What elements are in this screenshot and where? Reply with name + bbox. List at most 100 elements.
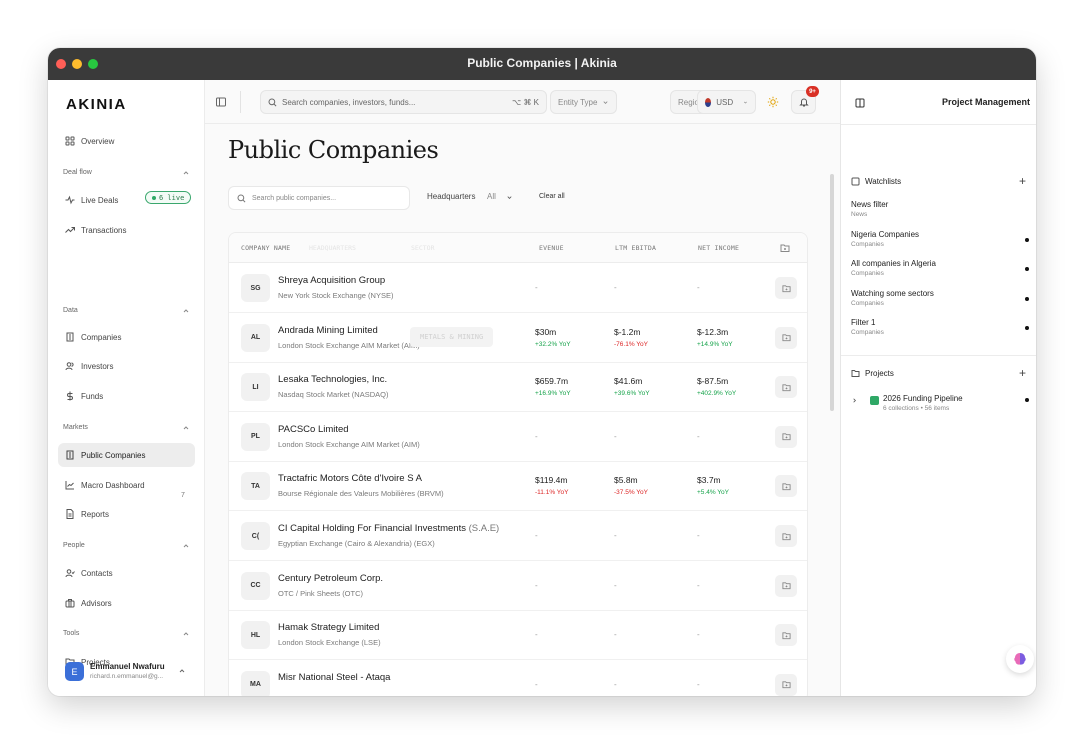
table-row[interactable]: TA Tractafric Motors Côte d'Ivoire S A Bou… (229, 461, 807, 512)
column-header-sector[interactable]: SECTOR (411, 244, 434, 252)
sidebar-toggle-icon[interactable] (215, 96, 227, 108)
column-header-headquarters[interactable]: HEADQUARTERS (309, 244, 356, 252)
section-markets[interactable]: Markets (63, 424, 190, 432)
revenue-value: - (535, 531, 538, 540)
company-name[interactable]: Misr National Steel - Ataqa (278, 672, 390, 683)
table-row[interactable]: AL Andrada Mining Limited London Stock Exc… (229, 313, 807, 363)
sun-icon[interactable] (767, 96, 779, 108)
section-data[interactable]: Data (63, 307, 190, 315)
folder-plus-icon (781, 284, 791, 292)
company-name[interactable]: Century Petroleum Corp. (278, 573, 383, 584)
file-text-icon (65, 509, 75, 519)
column-header-net-income[interactable]: NET INCOME (698, 244, 739, 252)
company-name[interactable]: Lesaka Technologies, Inc. (278, 374, 387, 385)
sidebar-item-label: Investors (81, 361, 114, 371)
revenue-value: - (535, 679, 538, 689)
add-to-project-button[interactable] (775, 326, 797, 349)
chevron-right-icon[interactable] (851, 397, 858, 404)
sidebar-item-companies[interactable]: Companies (58, 325, 195, 349)
table-row[interactable]: PL PACSCo Limited London Stock Exchange AI… (229, 412, 807, 462)
sidebar-item-investors[interactable]: Investors (58, 354, 195, 378)
sidebar-item-funds[interactable]: Funds (58, 384, 195, 408)
net-income-value: - (697, 283, 700, 292)
company-name-text: Shreya Acquisition Group (278, 275, 386, 286)
watchlist-item[interactable]: Nigeria Companies Companies (851, 230, 1029, 258)
section-people[interactable]: People (63, 542, 190, 550)
add-to-project-button[interactable] (775, 525, 797, 547)
status-dot-icon (1025, 326, 1029, 330)
company-name[interactable]: Hamak Strategy Limited (278, 622, 379, 633)
search-placeholder: Search public companies... (252, 194, 337, 202)
sidebar-item-overview[interactable]: Overview (58, 129, 195, 153)
add-to-project-button[interactable] (775, 574, 797, 597)
sidebar-item-public-companies[interactable]: Public Companies (58, 443, 195, 467)
section-tools[interactable]: Tools (63, 630, 190, 638)
clear-all-button[interactable]: Clear all (539, 193, 565, 200)
sidebar-item-transactions[interactable]: Transactions (58, 218, 195, 242)
project-item[interactable]: 2026 Funding Pipeline 6 collections • 56… (851, 392, 1029, 416)
column-header-ebitda[interactable]: LTM EBITDA (615, 244, 656, 252)
watchlist-type: Companies (851, 329, 884, 336)
company-name-text: PACSCo Limited (278, 423, 349, 435)
revenue-yoy: +16.9% YoY (535, 390, 571, 398)
column-header-revenue[interactable]: EVENUE (539, 244, 564, 252)
add-to-project-button[interactable] (775, 475, 797, 498)
table-row[interactable]: HL Hamak Strategy Limited London Stock Exc… (229, 610, 807, 661)
revenue-value: $30m (535, 326, 557, 337)
section-dealflow[interactable]: Deal flow (63, 169, 190, 177)
currency-dropdown[interactable]: USD (697, 90, 756, 114)
add-to-project-button[interactable] (775, 624, 797, 647)
scrollbar[interactable] (830, 174, 834, 411)
table-row[interactable]: C(CI Capital Holding For Financial Inves… (229, 511, 807, 561)
table-row[interactable]: LI Lesaka Technologies, Inc. Nasdaq Stock … (229, 362, 807, 413)
table-row[interactable]: CC Century Petroleum Corp. OTC / Pink Shee… (229, 561, 807, 611)
ai-assistant-button[interactable] (1006, 645, 1034, 673)
sidebar-item-reports[interactable]: Reports (58, 502, 195, 526)
status-dot-icon (1025, 297, 1029, 301)
section-label: Deal flow (63, 169, 92, 176)
column-header-company[interactable]: COMPANY NAME (241, 244, 290, 252)
add-to-project-button[interactable] (775, 277, 797, 299)
sidebar-item-macro-dashboard[interactable]: Macro Dashboard (58, 473, 195, 497)
company-name[interactable]: Shreya Acquisition Group (278, 275, 385, 286)
add-to-project-button[interactable] (775, 425, 797, 448)
watchlist-item[interactable]: Watching some sectors Companies (851, 289, 1029, 317)
sidebar-item-contacts[interactable]: Contacts (58, 561, 195, 585)
watchlists-header[interactable]: Watchlists (851, 177, 901, 186)
add-to-project-button[interactable] (775, 673, 797, 696)
chevron-down-icon[interactable] (506, 194, 513, 201)
watchlist-item[interactable]: News filter News (851, 200, 1029, 228)
folder-plus-icon[interactable] (780, 243, 790, 253)
projects-header[interactable]: Projects (851, 369, 894, 378)
headquarters-filter-value[interactable]: All (487, 192, 496, 201)
headquarters-filter-label[interactable]: Headquarters (427, 192, 475, 201)
user-email: richard.n.emmanuel@g... (90, 673, 164, 680)
brain-icon (1014, 653, 1026, 665)
panel-toggle-icon[interactable] (855, 98, 865, 108)
watchlist-item[interactable]: Filter 1 Companies (851, 318, 1029, 346)
entity-type-dropdown[interactable]: Entity Type (550, 90, 618, 114)
watchlist-name: Watching some sectors (851, 289, 934, 298)
search-placeholder: Search companies, investors, funds... (282, 97, 416, 107)
company-search-input[interactable]: Search public companies... (228, 186, 410, 210)
company-name[interactable]: Tractafric Motors Côte d'Ivoire S A (278, 473, 422, 484)
company-name-text: Lesaka Technologies, Inc. (278, 374, 388, 386)
table-row[interactable]: SG Shreya Acquisition Group New York Stock… (229, 263, 807, 313)
company-name[interactable]: Andrada Mining Limited (278, 325, 378, 336)
add-project-button[interactable]: + (1019, 366, 1026, 380)
company-name[interactable]: CI Capital Holding For Financial Investm… (278, 523, 499, 534)
section-label: Data (63, 307, 78, 314)
table-row[interactable]: MA Misr National Steel - Ataqa - - - (229, 660, 807, 696)
global-search-input[interactable]: Search companies, investors, funds... ⌥ … (260, 90, 547, 114)
user-profile[interactable]: E Emmanuel Nwafuru richard.n.emmanuel@g.… (65, 660, 195, 686)
folder-plus-icon (781, 582, 791, 590)
add-to-project-button[interactable] (775, 376, 797, 399)
search-icon (268, 97, 277, 106)
net-income-value: - (697, 679, 700, 689)
watchlist-item[interactable]: All companies in Algeria Companies (851, 259, 1029, 287)
sidebar-item-advisors[interactable]: Advisors (58, 591, 195, 615)
watchlist-type: News (851, 211, 868, 218)
add-watchlist-button[interactable]: + (1019, 174, 1026, 188)
app-logo[interactable]: AKINIA (66, 96, 127, 113)
company-name[interactable]: PACSCo Limited (278, 424, 349, 435)
